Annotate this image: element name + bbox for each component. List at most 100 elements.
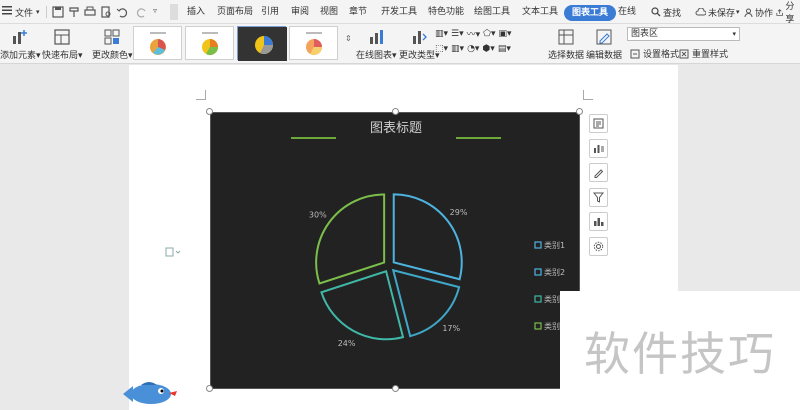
print-preview-icon[interactable] xyxy=(100,6,112,18)
collab-button[interactable]: 协作 xyxy=(744,0,773,24)
pie-slice[interactable] xyxy=(320,269,405,341)
tab-view[interactable]: 视图 xyxy=(320,5,338,19)
chart-style-4[interactable] xyxy=(289,26,338,60)
tab-chapter[interactable]: 章节 xyxy=(349,5,367,19)
add-element-button[interactable]: 添加元素▾ xyxy=(0,28,41,61)
pie-slice[interactable] xyxy=(392,193,463,281)
tab-references[interactable]: 引用 xyxy=(261,5,279,19)
resize-handle[interactable] xyxy=(392,385,399,392)
resize-handle[interactable] xyxy=(576,108,583,115)
radar-chart-icon[interactable]: ⬢▾ xyxy=(482,44,494,54)
palette-icon xyxy=(104,29,120,45)
set-format-button[interactable]: 设置格式 xyxy=(630,47,679,60)
chart-style-gallery xyxy=(133,26,343,61)
tab-developer[interactable]: 开发工具 xyxy=(381,5,417,19)
title-decoration-left xyxy=(291,137,336,139)
tab-review[interactable]: 审阅 xyxy=(291,5,309,19)
file-menu[interactable]: 文件 ▾ xyxy=(2,0,40,24)
change-type-icon xyxy=(413,31,428,44)
tab-text-tools[interactable]: 文本工具 xyxy=(522,5,558,19)
chart-canvas: 图表标题 29%17%24%30% 类别1类别2类别类别 xyxy=(291,121,565,348)
resize-handle[interactable] xyxy=(206,385,213,392)
chart-style-2[interactable] xyxy=(185,26,234,60)
legend-item[interactable]: 类别1 xyxy=(534,240,565,250)
title-decoration-right xyxy=(456,137,501,139)
search-icon xyxy=(651,7,661,17)
hamburger-icon xyxy=(2,6,12,18)
filter-icon xyxy=(593,192,604,203)
share-button[interactable]: 分享 xyxy=(776,0,800,25)
tab-features[interactable]: 特色功能 xyxy=(428,5,464,19)
tab-page-layout[interactable]: 页面布局 xyxy=(217,5,253,19)
add-element-icon xyxy=(13,30,28,44)
chart-filter-button[interactable] xyxy=(589,188,608,207)
search-label: 查找 xyxy=(663,8,682,19)
bar-chart-icon[interactable]: ☰▾ xyxy=(451,29,464,39)
tab-insert[interactable]: 插入 xyxy=(187,5,205,19)
select-data-label: 选择数据 xyxy=(548,51,585,61)
scatter-chart-icon[interactable]: ⬚▾ xyxy=(435,44,448,54)
chart-settings-button[interactable] xyxy=(589,237,608,256)
chart-style-button[interactable] xyxy=(589,139,608,158)
legend-item[interactable]: 类别 xyxy=(534,321,560,331)
pie-chart[interactable]: 图表标题 29% 17% 24% 30% 类别1 类别2 类别 类别 xyxy=(210,112,580,389)
pie-chart-icon[interactable]: ◔▾ xyxy=(467,44,479,54)
collab-label: 协作 xyxy=(755,8,774,19)
set-format-label: 设置格式 xyxy=(643,50,680,60)
online-chart-icon xyxy=(370,30,384,44)
chart-element-select[interactable]: 图表区 ▾ xyxy=(627,27,740,41)
column-chart-icon[interactable]: ▥▾ xyxy=(435,29,448,39)
chart-style-1[interactable] xyxy=(133,26,182,60)
line-chart-icon[interactable]: 〰▾ xyxy=(467,27,481,40)
print-icon[interactable] xyxy=(84,6,96,18)
change-color-button[interactable]: 更改颜色▾ xyxy=(92,28,133,61)
legend-item[interactable]: 类别2 xyxy=(534,267,565,277)
chart-edit-button[interactable] xyxy=(589,163,608,182)
small-chart-types-row1: ▥▾ ☰▾ 〰▾ ⬠▾ ▣▾ xyxy=(435,27,512,41)
resize-handle[interactable] xyxy=(392,108,399,115)
chart-type-button[interactable] xyxy=(589,212,608,231)
customize-qa-icon[interactable]: ▿ xyxy=(153,6,157,15)
unsaved-status[interactable]: 未保存 ▾ xyxy=(695,0,740,24)
file-menu-label: 文件 xyxy=(15,8,34,19)
change-type-label: 更改类型▾ xyxy=(399,51,440,61)
watermark: 软件技巧 xyxy=(560,291,800,410)
chart-elements-button[interactable] xyxy=(589,114,608,133)
area-chart-icon[interactable]: ⬠▾ xyxy=(483,29,495,39)
legend-item[interactable]: 类别 xyxy=(534,294,560,304)
resize-handle[interactable] xyxy=(206,108,213,115)
gallery-more-icon[interactable]: ⇕ xyxy=(345,34,352,43)
legend-label: 类别 xyxy=(544,294,560,304)
tab-drawing-tools[interactable]: 绘图工具 xyxy=(474,5,510,19)
chart-title[interactable]: 图表标题 xyxy=(370,121,422,136)
paragraph-layout-icon[interactable] xyxy=(165,247,181,257)
save-icon[interactable] xyxy=(52,6,64,18)
reset-icon xyxy=(679,49,689,58)
chart-style-icon xyxy=(594,145,604,153)
search-button[interactable]: 查找 xyxy=(651,0,681,24)
share-label: 分享 xyxy=(785,2,795,25)
redo-icon[interactable] xyxy=(136,6,148,18)
quick-layout-button[interactable]: 快速布局▾ xyxy=(42,28,83,61)
edit-data-button[interactable]: 编辑数据 xyxy=(586,28,622,61)
online-chart-button[interactable]: 在线图表▾ xyxy=(356,28,397,61)
format-painter-icon[interactable] xyxy=(68,6,80,18)
stock-chart-icon[interactable]: ▥▾ xyxy=(451,44,464,54)
chevron-down-icon: ▾ xyxy=(736,8,740,16)
tab-chart-tools[interactable]: 图表工具 xyxy=(564,5,617,21)
reset-style-label: 重置样式 xyxy=(692,50,729,60)
chart-style-3[interactable] xyxy=(237,26,287,61)
change-type-button[interactable]: 更改类型▾ xyxy=(399,28,440,61)
tab-online[interactable]: 在线 xyxy=(618,5,636,19)
image-chart-icon[interactable]: ▣▾ xyxy=(499,29,512,39)
chevron-down-icon: ▾ xyxy=(732,30,736,38)
ribbon: 添加元素▾ 快速布局▾ 更改颜色▾ ⇕ 在线图表▾ 更改类型▾ ▥▾ ☰▾ 〰▾ xyxy=(0,24,800,64)
reset-style-button[interactable]: 重置样式 xyxy=(679,47,728,60)
quick-layout-label: 快速布局▾ xyxy=(42,51,83,61)
undo-icon[interactable] xyxy=(116,6,128,18)
combo-chart-icon[interactable]: ▤▾ xyxy=(498,44,511,54)
pie-slice[interactable] xyxy=(315,193,386,285)
edit-data-label: 编辑数据 xyxy=(586,51,623,61)
select-data-button[interactable]: 选择数据 xyxy=(548,28,584,61)
toolbar-gripper xyxy=(170,4,178,20)
